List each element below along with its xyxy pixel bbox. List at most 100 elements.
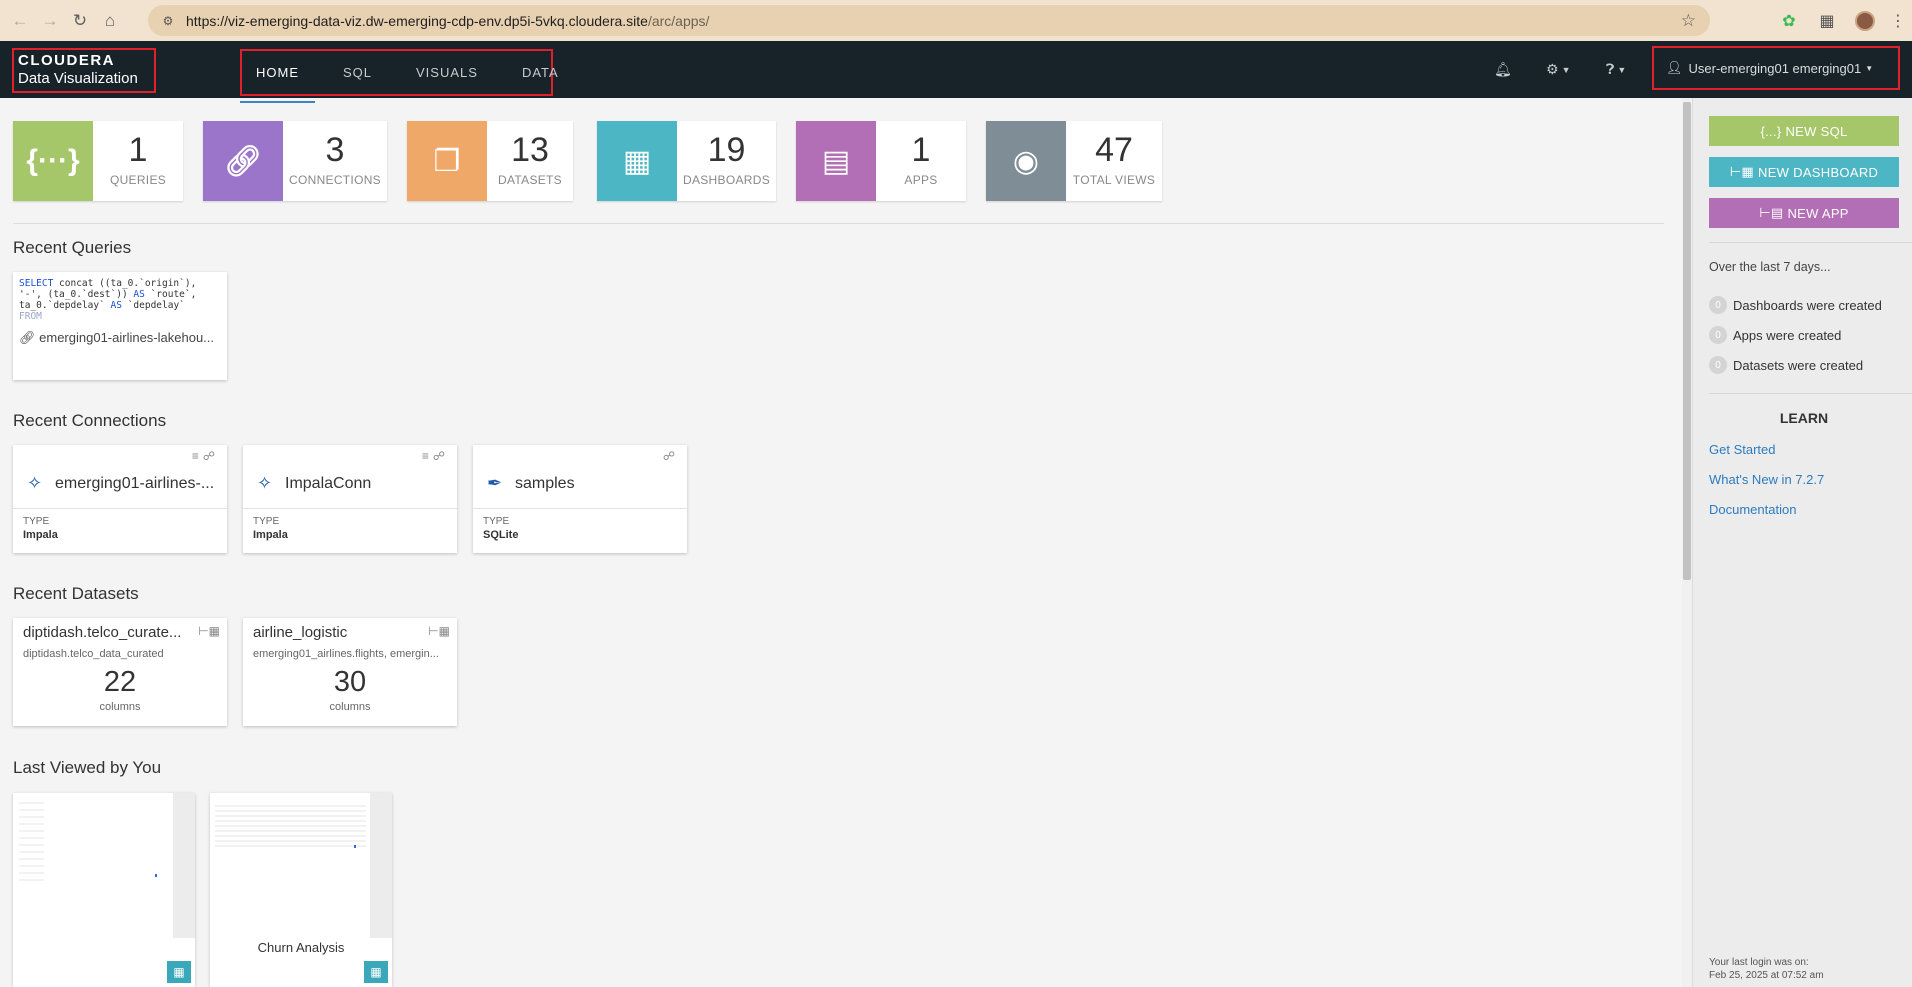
last-login: Your last login was on: Feb 25, 2025 at 0… <box>1709 957 1824 981</box>
address-bar[interactable]: ⚙ https://viz-emerging-data-viz.dw-emerg… <box>148 5 1710 36</box>
stat-value: 13 <box>511 131 549 169</box>
profile-avatar[interactable] <box>1846 10 1884 31</box>
extensions-puzzle-icon[interactable]: ▦ <box>1808 11 1846 31</box>
sqlite-feather-icon: ✒ <box>487 473 503 493</box>
app-icon: ▤ <box>796 121 876 201</box>
stat-apps[interactable]: ▤ 1 APPS <box>796 121 966 201</box>
dashboard-badge-icon: ▦ <box>364 961 388 983</box>
extension-leaf-icon[interactable]: ✿ <box>1770 11 1808 31</box>
new-app-button[interactable]: ⊢▤ NEW APP <box>1709 198 1899 228</box>
connection-actions-icon[interactable]: ≡☍ <box>192 449 219 463</box>
dashboards-created: 0 Dashboards were created <box>1709 296 1882 314</box>
stat-datasets[interactable]: ❐ 13 DATASETS <box>407 121 573 201</box>
link-whats-new[interactable]: What's New in 7.2.7 <box>1709 472 1824 487</box>
thumbnail-scrollbar <box>370 793 392 938</box>
connection-type-label: TYPE <box>253 516 280 527</box>
stat-label: DASHBOARDS <box>682 173 771 187</box>
dataset-title: airline_logistic <box>253 624 348 641</box>
dataset-column-count: 22 <box>103 666 137 698</box>
new-dashboard-icon[interactable]: ⊢▦ <box>428 624 450 638</box>
last-viewed-dashboard[interactable]: Churn Analysis ▦ <box>210 793 392 987</box>
site-settings-icon[interactable]: ⚙ <box>160 13 176 29</box>
dataset-column-count: 30 <box>333 666 367 698</box>
new-sql-button[interactable]: {...} NEW SQL <box>1709 116 1899 146</box>
nav-sql[interactable]: SQL <box>343 65 372 80</box>
stat-value: 1 <box>911 131 931 169</box>
logo-subtitle: Data Visualization <box>18 70 138 87</box>
stat-dashboards[interactable]: ▦ 19 DASHBOARDS <box>597 121 776 201</box>
stat-value: 47 <box>1095 131 1133 169</box>
dashboard-badge-icon: ▦ <box>167 961 191 983</box>
section-recent-queries: Recent Queries <box>13 238 132 257</box>
dashboard-title: Churn Analysis <box>257 940 345 955</box>
main-scrollbar[interactable] <box>1682 98 1692 987</box>
help-question-icon[interactable]: ❓︎ ▼ <box>1606 41 1626 98</box>
connection-actions-icon[interactable]: ≡☍ <box>422 449 449 463</box>
cloudera-logo[interactable]: CLOUDERA Data Visualization <box>12 48 156 93</box>
stat-queries[interactable]: {···} 1 QUERIES <box>13 121 183 201</box>
back-icon[interactable]: ← <box>6 7 34 35</box>
chrome-menu-icon[interactable]: ⋮ <box>1884 11 1912 31</box>
connection-type: Impala <box>253 529 288 541</box>
forward-icon[interactable]: → <box>36 7 64 35</box>
learn-title: LEARN <box>1779 410 1829 426</box>
stat-label: TOTAL VIEWS <box>1072 173 1156 187</box>
app-header: CLOUDERA Data Visualization HOME SQL VIS… <box>0 41 1912 103</box>
connection-type: Impala <box>23 529 58 541</box>
user-menu[interactable]: 👤︎ User-emerging01 emerging01 ▼ <box>1652 46 1900 90</box>
dashboard-thumbnail <box>16 796 171 941</box>
period-note: Over the last 7 days... <box>1709 260 1831 274</box>
settings-gear-icon[interactable]: ⚙ ▼ <box>1546 41 1570 98</box>
connection-card[interactable]: ☍ ✒ samples TYPE SQLite <box>473 445 687 553</box>
connection-type: SQLite <box>483 529 519 541</box>
dashboard-icon: ▦ <box>597 121 677 201</box>
dataset-source: emerging01_airlines.flights, emergin... <box>253 648 439 660</box>
impala-icon: ✧ <box>27 473 43 493</box>
dataset-card[interactable]: ⊢▦ airline_logistic emerging01_airlines.… <box>243 618 457 726</box>
nav-home[interactable]: HOME <box>240 65 315 103</box>
connection-name: samples <box>515 475 575 492</box>
user-name: User-emerging01 emerging01 <box>1688 60 1862 76</box>
stat-label: QUERIES <box>109 173 167 187</box>
link-icon: 🔗︎ <box>203 121 283 201</box>
dataset-columns-label: columns <box>99 701 141 713</box>
url-text: https://viz-emerging-data-viz.dw-emergin… <box>186 12 710 29</box>
stat-value: 3 <box>325 131 345 169</box>
connection-name: emerging01-airlines-... <box>55 475 215 492</box>
nav-data[interactable]: DATA <box>522 65 559 80</box>
link-get-started[interactable]: Get Started <box>1709 442 1775 457</box>
link-icon: 🔗︎ <box>19 330 36 345</box>
new-dashboard-icon[interactable]: ⊢▦ <box>198 624 220 638</box>
user-icon: 👤︎ <box>1666 60 1683 75</box>
dataset-card[interactable]: ⊢▦ diptidash.telco_curate... diptidash.t… <box>13 618 227 726</box>
query-preview: SELECT concat ((ta_0.`origin`), '-', (ta… <box>19 278 197 322</box>
home-icon[interactable]: ⌂ <box>96 7 124 35</box>
new-dashboard-button[interactable]: ⊢▦ NEW DASHBOARD <box>1709 157 1899 187</box>
bookmark-star-icon[interactable]: ☆ <box>1681 11 1696 31</box>
divider <box>13 223 1664 224</box>
stat-label: DATASETS <box>498 173 562 187</box>
section-recent-connections: Recent Connections <box>13 411 167 430</box>
nav-visuals[interactable]: VISUALS <box>416 65 478 80</box>
last-viewed-dashboard[interactable]: ▦ <box>13 793 195 987</box>
dataset-title: diptidash.telco_curate... <box>23 624 182 641</box>
stat-total-views[interactable]: ◉ 47 TOTAL VIEWS <box>986 121 1162 201</box>
connection-type-label: TYPE <box>483 516 510 527</box>
connection-actions-icon[interactable]: ☍ <box>663 449 679 463</box>
cubes-icon: ❐ <box>407 121 487 201</box>
thumbnail-scrollbar <box>173 793 195 938</box>
link-documentation[interactable]: Documentation <box>1709 502 1796 517</box>
new-dashboard-icon: ⊢▦ <box>1729 164 1754 179</box>
logo-title: CLOUDERA <box>18 52 115 69</box>
notifications-bell-icon[interactable]: 🔔︎ <box>1494 41 1512 98</box>
reload-icon[interactable]: ↻ <box>66 7 94 35</box>
connection-card[interactable]: ≡☍ ✧ emerging01-airlines-... TYPE Impala <box>13 445 227 553</box>
dashboard-thumbnail <box>213 796 368 941</box>
dataset-columns-label: columns <box>329 701 371 713</box>
stat-connections[interactable]: 🔗︎ 3 CONNECTIONS <box>203 121 387 201</box>
connection-card[interactable]: ≡☍ ✧ ImpalaConn TYPE Impala <box>243 445 457 553</box>
apps-created: 0 Apps were created <box>1709 326 1841 344</box>
query-card[interactable]: SELECT concat ((ta_0.`origin`), '-', (ta… <box>13 272 227 380</box>
query-connection: 🔗︎ emerging01-airlines-lakehou... <box>19 330 215 345</box>
stat-label: APPS <box>904 173 938 187</box>
